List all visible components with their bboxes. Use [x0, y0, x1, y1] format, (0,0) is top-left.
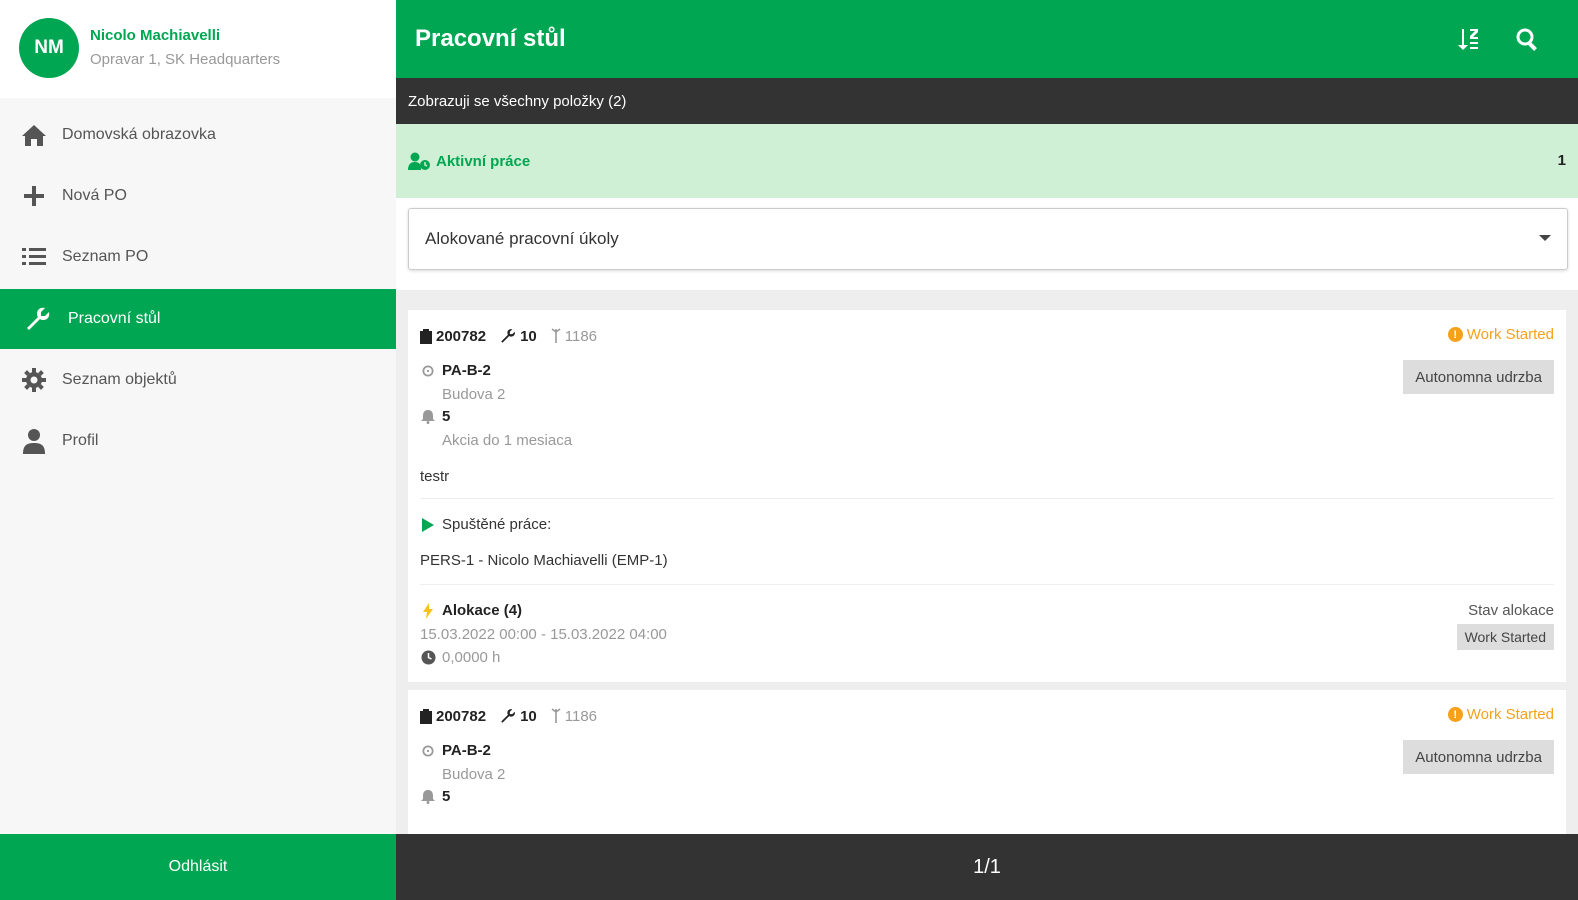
- priority-value: 5: [442, 408, 451, 425]
- object-line: PA-B-2: [420, 742, 491, 759]
- wrench-icon: [500, 328, 516, 344]
- allocation-range: 15.03.2022 00:00 - 15.03.2022 04:00: [420, 626, 667, 643]
- person-icon: [20, 427, 48, 455]
- worker-line: PERS-1 - Nicolo Machiavelli (EMP-1): [420, 552, 668, 569]
- active-work-label: Aktivní práce: [436, 152, 531, 170]
- object-code: PA-B-2: [442, 362, 491, 379]
- exclamation-icon: !: [1447, 707, 1463, 722]
- allocation-state-tag: Work Started: [1456, 624, 1554, 650]
- branch-icon: [551, 708, 561, 724]
- sidebar-item-label: Seznam objektů: [62, 371, 177, 388]
- chevron-down-icon: [1539, 235, 1551, 241]
- allocation-state-label: Stav alokace: [1468, 602, 1554, 619]
- gear-icon: [420, 364, 436, 378]
- wrench-icon: [500, 708, 516, 724]
- work-task-list[interactable]: 200782 10 1186 ! Work Started Autonomna u…: [396, 290, 1578, 834]
- task-filter-select[interactable]: Alokované pracovní úkoly: [408, 208, 1568, 270]
- sidebar-item-label: Pracovní stůl: [68, 310, 161, 327]
- exclamation-icon: !: [1447, 327, 1463, 342]
- reference-number: 1186: [564, 707, 598, 725]
- category-tag[interactable]: Autonomna udrzba: [1403, 360, 1554, 394]
- active-work-count: 1: [1557, 152, 1566, 169]
- allocation-line: Alokace (4): [420, 602, 522, 619]
- home-icon: [20, 121, 48, 149]
- work-task-card[interactable]: 200782 10 1186 ! Work Started Autonomna u…: [408, 690, 1566, 834]
- clock-icon: [420, 650, 436, 665]
- profile-subtitle: Opravar 1, SK Headquarters: [90, 51, 281, 68]
- priority-description: Akcia do 1 mesiaca: [442, 432, 573, 449]
- reference-number: 1186: [564, 327, 598, 345]
- divider: [420, 584, 1554, 585]
- sidebar-item-new-po[interactable]: Nová PO: [0, 166, 396, 226]
- allocation-hours-line: 0,0000 h: [420, 649, 500, 666]
- object-line: PA-B-2: [420, 362, 491, 379]
- sidebar-item-label: Domovská obrazovka: [62, 126, 216, 143]
- object-location: Budova 2: [442, 766, 506, 783]
- sidebar-item-label: Seznam PO: [62, 248, 149, 265]
- priority-line: 5: [420, 408, 450, 425]
- sidebar-item-label: Profil: [62, 432, 99, 449]
- card-header: 200782 10 1186: [420, 706, 611, 726]
- pagination: 1/1: [396, 834, 1578, 900]
- priority-value: 5: [442, 788, 451, 805]
- task-description: testr: [420, 468, 450, 485]
- priority-line: 5: [420, 788, 450, 805]
- list-icon: [20, 243, 48, 271]
- operation-number: 10: [520, 707, 537, 725]
- plus-icon: [20, 182, 48, 210]
- order-number: 200782: [436, 707, 487, 725]
- items-info-bar: Zobrazuji se všechny položky (2): [396, 78, 1578, 124]
- profile-name: Nicolo Machiavelli: [90, 27, 221, 44]
- status-badge: ! Work Started: [1447, 326, 1554, 343]
- status-badge: ! Work Started: [1447, 706, 1554, 723]
- sidebar-item-object-list[interactable]: Seznam objektů: [0, 350, 396, 410]
- gear-icon: [20, 366, 48, 394]
- wrench-icon: [24, 305, 52, 333]
- order-number: 200782: [436, 327, 487, 345]
- active-work-section[interactable]: Aktivní práce 1: [396, 124, 1578, 198]
- bell-icon: [420, 409, 436, 424]
- clipboard-icon: [420, 328, 432, 344]
- card-header: 200782 10 1186: [420, 326, 611, 346]
- gear-icon: [420, 744, 436, 758]
- object-code: PA-B-2: [442, 742, 491, 759]
- object-location: Budova 2: [442, 386, 506, 403]
- avatar: NM: [19, 18, 79, 78]
- task-filter-value: Alokované pracovní úkoly: [425, 229, 619, 248]
- bell-icon: [420, 789, 436, 804]
- work-task-card[interactable]: 200782 10 1186 ! Work Started Autonomna u…: [408, 310, 1566, 682]
- sidebar-item-label: Nová PO: [62, 187, 127, 204]
- sidebar-item-profile[interactable]: Profil: [0, 411, 396, 471]
- started-work-line: Spuštěné práce:: [420, 516, 551, 533]
- profile-header: NM Nicolo Machiavelli Opravar 1, SK Head…: [0, 0, 396, 98]
- page-title: Pracovní stůl: [415, 25, 566, 52]
- sidebar-item-home[interactable]: Domovská obrazovka: [0, 105, 396, 165]
- clipboard-icon: [420, 708, 432, 724]
- search-icon[interactable]: [1512, 24, 1542, 54]
- bolt-icon: [420, 602, 436, 619]
- play-icon: [420, 517, 436, 533]
- logout-button[interactable]: Odhlásit: [0, 834, 396, 900]
- divider: [420, 498, 1554, 499]
- category-tag[interactable]: Autonomna udrzba: [1403, 740, 1554, 774]
- sidebar-item-po-list[interactable]: Seznam PO: [0, 227, 396, 287]
- top-bar: Pracovní stůl: [396, 0, 1578, 78]
- sidebar-item-workbench[interactable]: Pracovní stůl: [0, 289, 396, 349]
- branch-icon: [551, 328, 561, 344]
- user-clock-icon: [408, 152, 430, 170]
- sidebar: NM Nicolo Machiavelli Opravar 1, SK Head…: [0, 0, 396, 900]
- sort-icon[interactable]: [1453, 24, 1483, 54]
- operation-number: 10: [520, 327, 537, 345]
